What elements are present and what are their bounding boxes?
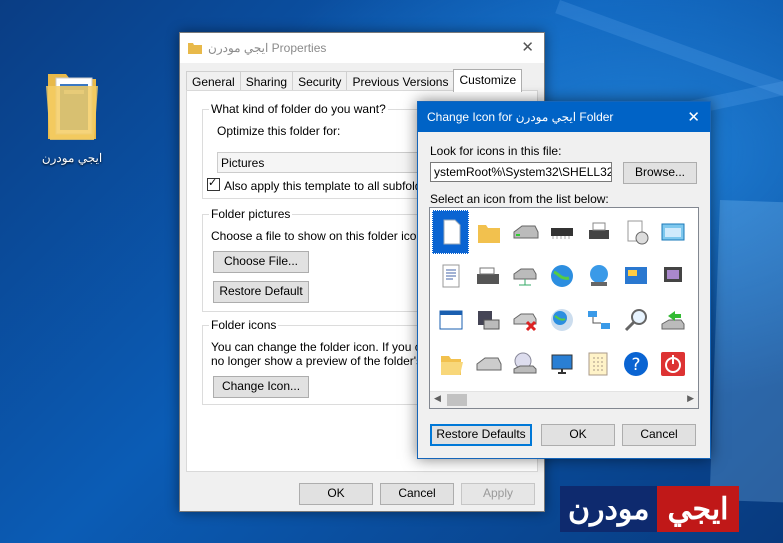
icon-file-path-input[interactable]: ystemRoot%\System32\SHELL32.dll: [430, 162, 612, 182]
green-arrow-drive-icon[interactable]: [654, 298, 691, 342]
scroll-left-icon[interactable]: ◀: [434, 393, 441, 404]
printer-icon[interactable]: [580, 210, 617, 254]
restore-default-button[interactable]: Restore Default: [213, 281, 309, 303]
properties-title: ايجي مودرن Properties: [208, 41, 327, 55]
properties-titlebar[interactable]: ايجي مودرن Properties ✕: [180, 33, 544, 63]
wallpaper-beam: [555, 0, 783, 103]
change-icon-cancel-button[interactable]: Cancel: [622, 424, 696, 446]
folder-type-heading: What kind of folder do you want?: [209, 102, 388, 116]
ok-button[interactable]: OK: [299, 483, 373, 505]
open-folder-icon[interactable]: [432, 342, 469, 386]
control-panel-icon[interactable]: [617, 254, 654, 298]
desktop-folder[interactable]: ايجي مودرن: [32, 64, 112, 165]
change-icon-ok-button[interactable]: OK: [541, 424, 615, 446]
choose-file-text: Choose a file to show on this folder ico…: [211, 229, 427, 243]
network-icon[interactable]: [580, 298, 617, 342]
folder-pictures-heading: Folder pictures: [209, 207, 293, 221]
apply-button[interactable]: Apply: [461, 483, 535, 505]
folder-icon[interactable]: [469, 210, 506, 254]
change-icon-button[interactable]: Change Icon...: [213, 376, 309, 398]
icon-grid: ?: [432, 210, 698, 386]
restore-defaults-button[interactable]: Restore Defaults: [430, 424, 532, 446]
select-label: Select an icon from the list below:: [430, 192, 609, 206]
subfolders-checkbox[interactable]: [207, 176, 220, 191]
help-icon[interactable]: ?: [617, 342, 654, 386]
optimize-value: Pictures: [221, 155, 265, 170]
icon-list[interactable]: ? ◀ ▶: [429, 207, 699, 409]
look-label: Look for icons in this file:: [430, 144, 562, 158]
svg-text:?: ?: [631, 355, 640, 375]
close-icon[interactable]: ✕: [521, 38, 534, 56]
text-document-icon[interactable]: [432, 254, 469, 298]
partial-icon[interactable]: [691, 342, 698, 386]
folder-icon: [46, 74, 98, 140]
memory-chip-icon[interactable]: [543, 210, 580, 254]
browse-button[interactable]: Browse...: [623, 162, 697, 184]
network-drive-icon[interactable]: [506, 254, 543, 298]
power-icon[interactable]: [654, 342, 691, 386]
search-magnifier-icon[interactable]: [617, 298, 654, 342]
wallpaper-beam: [709, 200, 783, 503]
scroll-thumb[interactable]: [447, 394, 467, 406]
network-globe-icon[interactable]: [580, 254, 617, 298]
globe-icon[interactable]: [543, 254, 580, 298]
scroll-right-icon[interactable]: ▶: [687, 393, 694, 404]
monitor-icon[interactable]: [543, 342, 580, 386]
change-icon-title: Change Icon for ايجي مودرن Folder: [427, 110, 614, 124]
change-icon-titlebar[interactable]: Change Icon for ايجي مودرن Folder ✕: [418, 102, 710, 132]
folder-icons-text-2: no longer show a preview of the folder's…: [211, 354, 445, 368]
blank-document-icon[interactable]: [432, 210, 469, 254]
cancel-button[interactable]: Cancel: [380, 483, 454, 505]
optimize-label: Optimize this folder for:: [217, 124, 341, 138]
choose-file-button[interactable]: Choose File...: [213, 251, 309, 273]
watermark-part-1: ايجي: [657, 486, 739, 532]
display-icon[interactable]: [654, 254, 691, 298]
folder-icons-heading: Folder icons: [209, 318, 279, 332]
window-icon[interactable]: [654, 210, 691, 254]
watermark-part-2: مودرن: [560, 486, 658, 532]
calculator-grid-icon[interactable]: [580, 342, 617, 386]
shortcut-arrow-icon[interactable]: [691, 254, 698, 298]
close-icon[interactable]: ✕: [687, 108, 700, 126]
hard-drive-icon[interactable]: [506, 210, 543, 254]
document-clock-icon[interactable]: [617, 210, 654, 254]
floppy-printer-icon[interactable]: [469, 298, 506, 342]
cd-drive-icon[interactable]: [506, 342, 543, 386]
world-cd-icon[interactable]: [543, 298, 580, 342]
desktop-folder-label: ايجي مودرن: [41, 151, 103, 165]
horizontal-scrollbar[interactable]: ◀ ▶: [430, 391, 698, 408]
watermark-logo: مودرن ايجي: [560, 486, 739, 532]
drive-error-icon[interactable]: [506, 298, 543, 342]
folder-icons-text-1: You can change the folder icon. If you c…: [211, 340, 441, 354]
subfolders-option[interactable]: Also apply this template to all subfolde…: [207, 176, 439, 193]
partial-icon[interactable]: [691, 210, 698, 254]
partial-icon[interactable]: [691, 298, 698, 342]
folder-icon: [188, 43, 202, 54]
drive-bay-icon[interactable]: [469, 254, 506, 298]
drive-icon[interactable]: [469, 342, 506, 386]
subfolders-label: Also apply this template to all subfolde…: [224, 179, 439, 193]
tab-customize[interactable]: Customize: [453, 69, 523, 92]
change-icon-dialog: Change Icon for ايجي مودرن Folder ✕ Look…: [417, 101, 711, 459]
application-window-icon[interactable]: [432, 298, 469, 342]
